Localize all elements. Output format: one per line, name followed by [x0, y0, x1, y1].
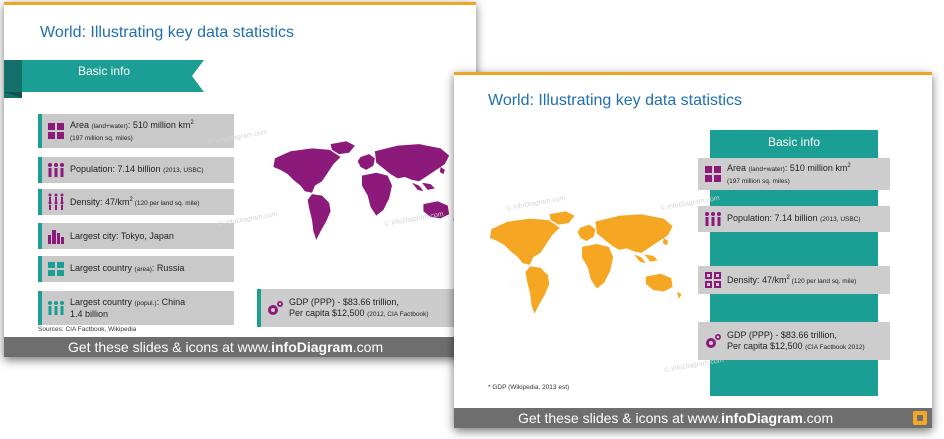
- city-buildings-icon: [48, 230, 64, 244]
- people-group-icon: [48, 301, 64, 315]
- footer-text: Get these slides & icons at www.infoDiag…: [68, 337, 383, 357]
- gears-icon: [706, 334, 721, 348]
- row-main-2: : China: [156, 296, 186, 307]
- row-text: Area (land+water): 510 million km2 (197 m…: [70, 118, 194, 144]
- row-main: Largest country: [70, 296, 135, 307]
- row-main-2: : Russia: [151, 263, 185, 273]
- slide-2[interactable]: World: Illustrating key data statistics …: [454, 72, 932, 428]
- row-sup: 2: [190, 120, 194, 126]
- row-accent: [38, 189, 42, 215]
- slide-1[interactable]: World: Illustrating key data statistics …: [4, 2, 476, 357]
- ribbon-main: Density: 47/km: [727, 275, 787, 285]
- stat-row-largest-city: Largest city: Tokyo, Japan: [38, 223, 234, 249]
- row-text: Density: 47/km2 (120 per land sq. mile): [70, 195, 199, 209]
- stat-row-population: Population: 7.14 billion (2013, USBC): [38, 157, 234, 183]
- row-accent: [38, 114, 42, 148]
- world-map-purple: [273, 141, 458, 240]
- gdp-line2: Per capita $12,500: [289, 307, 368, 318]
- stat-ribbon-area: Area (land+water): 510 million km2 (197 m…: [698, 158, 890, 190]
- row-text: GDP (PPP) - $83.66 trillion, Per capita $…: [289, 297, 428, 320]
- row-main: Area: [70, 120, 92, 130]
- ribbon-sup: 2: [847, 163, 851, 169]
- grid-blocks-icon: [705, 166, 721, 182]
- infodiagram-logo-icon: [913, 411, 927, 425]
- ribbon-main-2: : 510 million km: [784, 163, 848, 173]
- row-accent: [38, 223, 42, 249]
- row-main: Density: 47/km: [70, 197, 130, 207]
- ribbon-main: GDP (PPP) - $83.66 trillion,: [727, 329, 837, 340]
- ribbon-text: GDP (PPP) - $83.66 trillion, Per capita $…: [727, 330, 865, 353]
- footer-brand: infoDiagram: [271, 339, 353, 355]
- gdp-line1: GDP (PPP) - $83.66 trillion,: [289, 296, 399, 307]
- stat-row-area: Area (land+water): 510 million km2 (197 m…: [38, 114, 234, 148]
- stat-ribbon-density: Density: 47/km2 (120 per land sq. mile): [698, 266, 890, 294]
- row-text: Largest country (popul.): China 1.4 billi…: [70, 297, 185, 320]
- ribbon-small: (2013, USBC): [820, 216, 861, 223]
- ribbon-small: (120 per land sq. mile): [789, 278, 857, 285]
- row-main: Largest country: [70, 263, 135, 273]
- footer-text: Get these slides & icons at www.infoDiag…: [518, 408, 833, 428]
- slide-title: World: Illustrating key data statistics: [488, 92, 743, 109]
- stat-ribbon-population: Population: 7.14 billion (2013, USBC): [698, 206, 890, 232]
- stat-ribbon-gdp: GDP (PPP) - $83.66 trillion, Per capita $…: [698, 322, 890, 360]
- area-blocks-icon: [48, 262, 64, 276]
- gdp-small: (2012, CIA Factbook): [367, 310, 429, 318]
- ribbon-line2: Per capita $12,500: [727, 340, 806, 351]
- world-map-orange: [489, 211, 682, 314]
- row-small: (land+water): [91, 123, 128, 130]
- ribbon-main: Population: 7.14 billion: [727, 213, 821, 223]
- grid-blocks-icon: [48, 123, 64, 139]
- ribbon-small: (CIA Factbook 2012): [805, 343, 865, 351]
- slide-top-line: [4, 2, 476, 5]
- row-main-2: : 510 million km: [127, 120, 191, 130]
- row-main: Population: 7.14 billion: [70, 164, 164, 174]
- ribbon-small: (land+water): [748, 166, 785, 173]
- row-accent: [257, 289, 261, 327]
- stat-row-largest-country-area: Largest country (area): Russia: [38, 256, 234, 282]
- column-header: Basic info: [767, 135, 821, 149]
- slide-top-line: [454, 72, 932, 75]
- row-main: Largest city: Tokyo, Japan: [70, 230, 174, 241]
- people-icon: [705, 212, 721, 226]
- density-squares-icon: [705, 272, 721, 288]
- row-small: (popul.): [134, 299, 157, 307]
- slide-footer[interactable]: Get these slides & icons at www.infoDiag…: [454, 408, 932, 428]
- row-accent: [38, 256, 42, 282]
- ribbon-text: Area (land+water): 510 million km2 (197 m…: [727, 161, 851, 187]
- slide-title: World: Illustrating key data statistics: [40, 24, 295, 41]
- ribbon-text: Density: 47/km2 (120 per land sq. mile): [727, 273, 856, 287]
- row-accent: [38, 291, 42, 325]
- footer-post: .com: [802, 410, 834, 426]
- row-accent: [38, 157, 42, 183]
- people-icon: [48, 163, 64, 177]
- stat-row-density: Density: 47/km2 (120 per land sq. mile): [38, 189, 234, 215]
- row-text: Population: 7.14 billion (2013, USBC): [70, 164, 204, 176]
- sources-note: Sources: CIA Factbook, Wikipedia: [38, 326, 137, 333]
- banner-ribbon: [4, 60, 204, 98]
- row-text: Largest country (area): Russia: [70, 263, 184, 275]
- footer-post: .com: [352, 339, 384, 355]
- ribbon-main: Area: [727, 163, 749, 173]
- row-small: (area): [134, 266, 152, 273]
- ribbon-text: Population: 7.14 billion (2013, USBC): [727, 213, 861, 225]
- gears-icon: [268, 301, 283, 315]
- slide-footer[interactable]: Get these slides & icons at www.infoDiag…: [4, 337, 476, 357]
- row-line2: (197 million sq. miles): [70, 135, 133, 142]
- crowd-icon: [48, 193, 64, 210]
- footer-brand: infoDiagram: [721, 410, 803, 426]
- footer-pre: Get these slides & icons at www.: [68, 339, 272, 355]
- footer-pre: Get these slides & icons at www.: [518, 410, 722, 426]
- banner-label: Basic info: [78, 64, 131, 78]
- stat-row-gdp: GDP (PPP) - $83.66 trillion, Per capita $…: [257, 289, 459, 327]
- gdp-note: * GDP (Wikipedia, 2013 est): [488, 384, 570, 391]
- row-small: (120 per land sq. mile): [132, 200, 200, 207]
- row-small: (2013, USBC): [163, 167, 204, 174]
- row-line2: 1.4 billion: [70, 308, 109, 319]
- stat-row-largest-country-population: Largest country (popul.): China 1.4 billi…: [38, 291, 234, 325]
- ribbon-line2: (197 million sq. miles): [727, 178, 790, 185]
- row-text: Largest city: Tokyo, Japan: [70, 231, 174, 242]
